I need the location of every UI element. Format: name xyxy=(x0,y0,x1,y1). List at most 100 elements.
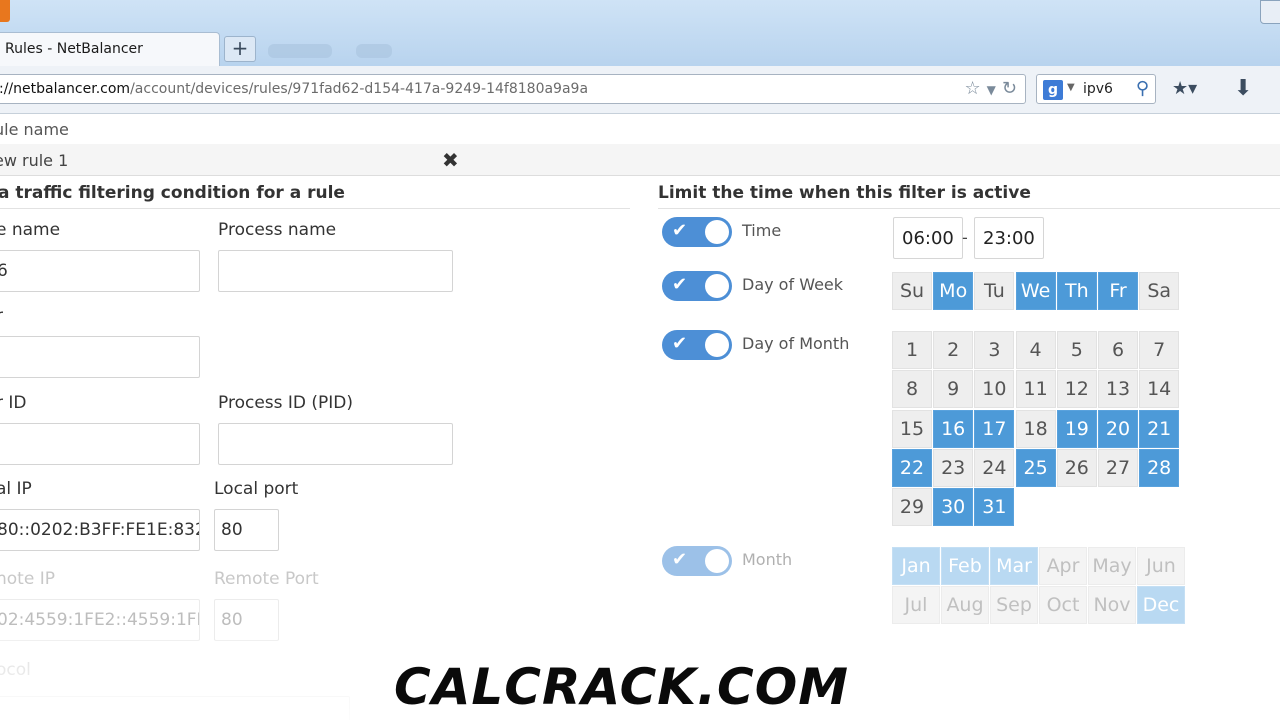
month-jun[interactable]: Jun xyxy=(1137,547,1185,585)
day-22[interactable]: 22 xyxy=(892,448,932,487)
month-jul[interactable]: Jul xyxy=(892,586,940,624)
address-bar[interactable]: ://netbalancer.com/account/devices/rules… xyxy=(0,74,1026,104)
window-control-button[interactable] xyxy=(1260,0,1280,24)
day-20[interactable]: 20 xyxy=(1098,409,1138,448)
day-25[interactable]: 25 xyxy=(1015,448,1056,487)
month-dec[interactable]: Dec xyxy=(1137,586,1185,624)
day-17[interactable]: 17 xyxy=(974,409,1015,448)
local-port-input[interactable]: 80 xyxy=(214,509,279,551)
month-toggle[interactable]: ✔ xyxy=(662,546,732,576)
time-toggle[interactable]: ✔ xyxy=(662,217,732,247)
new-tab-button[interactable]: + xyxy=(224,36,256,62)
day-13[interactable]: 13 xyxy=(1098,370,1138,409)
magnifier-icon[interactable]: ⚲ xyxy=(1136,78,1149,99)
time-to-input[interactable]: 23:00 xyxy=(974,217,1044,259)
file-name-input[interactable]: 6 xyxy=(0,250,200,292)
day-3[interactable]: 3 xyxy=(974,331,1015,369)
month-sep[interactable]: Sep xyxy=(990,586,1038,624)
watermark-text: CALCRACK.COM xyxy=(394,658,849,716)
bookmarks-icon[interactable]: ★▾ xyxy=(1172,78,1197,99)
month-jan[interactable]: Jan xyxy=(892,547,940,585)
rule-name-value: ew rule 1 xyxy=(0,151,69,170)
time-from-input[interactable]: 06:00 xyxy=(893,217,963,259)
day-2[interactable]: 2 xyxy=(933,331,974,369)
local-ip-input[interactable]: 80::0202:B3FF:FE1E:832 xyxy=(0,509,200,551)
reload-icon[interactable]: ↻ xyxy=(1002,78,1017,99)
star-icon[interactable]: ☆ xyxy=(965,78,981,99)
month-mar[interactable]: Mar xyxy=(990,547,1038,585)
browser-navbar: ://netbalancer.com/account/devices/rules… xyxy=(0,66,1280,114)
month-apr[interactable]: Apr xyxy=(1039,547,1087,585)
blurred-tab[interactable] xyxy=(356,44,392,58)
day-5[interactable]: 5 xyxy=(1056,331,1097,369)
day-12[interactable]: 12 xyxy=(1056,370,1097,409)
download-icon[interactable]: ⬇ xyxy=(1234,76,1252,101)
day-28[interactable]: 28 xyxy=(1139,448,1180,487)
browser-tabstrip: Rules - NetBalancer + xyxy=(0,0,1280,66)
time-limit-heading: Limit the time when this filter is activ… xyxy=(658,183,1031,203)
day-7[interactable]: 7 xyxy=(1139,331,1180,369)
google-icon[interactable]: g xyxy=(1043,80,1063,100)
remote-ip-input[interactable]: 02:4559:1FE2::4559:1FE xyxy=(0,599,200,641)
user-label: r xyxy=(0,306,3,326)
filter-section-heading: a traffic filtering condition for a rule xyxy=(0,183,345,203)
search-bar[interactable]: g ▼ ipv6 ⚲ xyxy=(1036,74,1156,104)
month-nov[interactable]: Nov xyxy=(1088,586,1136,624)
day-1[interactable]: 1 xyxy=(892,331,932,369)
day-6[interactable]: 6 xyxy=(1098,331,1138,369)
day-of-month-toggle[interactable]: ✔ xyxy=(662,330,732,360)
dropdown-arrow-icon[interactable]: ▼ xyxy=(987,83,996,97)
blurred-tab[interactable] xyxy=(268,44,332,58)
pid-input[interactable] xyxy=(218,423,453,465)
browser-tab-active[interactable]: Rules - NetBalancer xyxy=(0,32,220,66)
check-icon: ✔ xyxy=(672,549,688,570)
month-aug[interactable]: Aug xyxy=(941,586,989,624)
day-4[interactable]: 4 xyxy=(1015,331,1056,369)
check-icon: ✔ xyxy=(672,274,688,295)
user-id-input[interactable] xyxy=(0,423,200,465)
weekday-fr[interactable]: Fr xyxy=(1098,272,1138,310)
day-14[interactable]: 14 xyxy=(1139,370,1180,409)
day-of-week-toggle[interactable]: ✔ xyxy=(662,271,732,301)
time-range-separator: - xyxy=(962,228,968,247)
month-oct[interactable]: Oct xyxy=(1039,586,1087,624)
day-15[interactable]: 15 xyxy=(892,409,932,448)
weekday-sa[interactable]: Sa xyxy=(1139,272,1180,310)
day-16[interactable]: 16 xyxy=(933,409,974,448)
day-23[interactable]: 23 xyxy=(933,448,974,487)
day-31[interactable]: 31 xyxy=(974,488,1015,527)
day-29[interactable]: 29 xyxy=(892,488,932,527)
day-11[interactable]: 11 xyxy=(1015,370,1056,409)
process-name-label: Process name xyxy=(218,220,337,240)
day-27[interactable]: 27 xyxy=(1098,448,1138,487)
rule-name-label: ule name xyxy=(0,120,69,139)
day-8[interactable]: 8 xyxy=(892,370,932,409)
day-30[interactable]: 30 xyxy=(933,488,974,527)
month-feb[interactable]: Feb xyxy=(941,547,989,585)
day-24[interactable]: 24 xyxy=(974,448,1015,487)
weekday-tu[interactable]: Tu xyxy=(974,272,1015,310)
day-26[interactable]: 26 xyxy=(1056,448,1097,487)
weekday-we[interactable]: We xyxy=(1015,272,1056,310)
weekday-su[interactable]: Su xyxy=(892,272,932,310)
file-name-label: e name xyxy=(0,220,61,240)
rule-name-input[interactable] xyxy=(0,144,1280,176)
day-9[interactable]: 9 xyxy=(933,370,974,409)
day-10[interactable]: 10 xyxy=(974,370,1015,409)
close-icon[interactable]: ✖ xyxy=(442,148,459,172)
day-of-month-label: Day of Month xyxy=(742,334,850,353)
search-input[interactable]: ipv6 xyxy=(1083,81,1113,97)
day-21[interactable]: 21 xyxy=(1139,409,1180,448)
process-name-input[interactable] xyxy=(218,250,453,292)
browser-menu-button[interactable] xyxy=(0,0,10,22)
user-id-label: r ID xyxy=(0,393,27,413)
user-input[interactable] xyxy=(0,336,200,378)
day-19[interactable]: 19 xyxy=(1056,409,1097,448)
day-18[interactable]: 18 xyxy=(1015,409,1056,448)
time-toggle-label: Time xyxy=(742,221,782,240)
remote-port-input[interactable]: 80 xyxy=(214,599,279,641)
weekday-th[interactable]: Th xyxy=(1056,272,1097,310)
search-engine-dropdown-icon[interactable]: ▼ xyxy=(1067,82,1075,93)
month-may[interactable]: May xyxy=(1088,547,1136,585)
weekday-mo[interactable]: Mo xyxy=(933,272,974,310)
